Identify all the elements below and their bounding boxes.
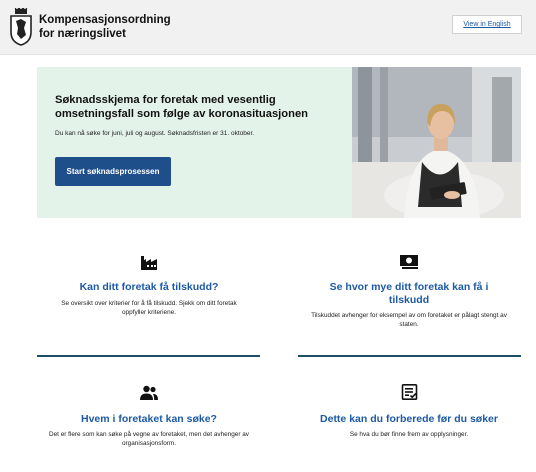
brand-line-2: for næringslivet: [39, 28, 126, 40]
hero-banner: Søknadsskjema for foretak med vesentlig …: [37, 67, 521, 218]
brand-line-1: Kompensasjonsordning: [39, 14, 171, 26]
card-title[interactable]: Se hvor mye ditt foretak kan få i tilsku…: [298, 281, 520, 307]
hero-text: Du kan nå søke for juni, juli og august.…: [55, 130, 255, 137]
checklist-icon: [401, 384, 418, 400]
card-title[interactable]: Dette kan du forberede før du søker: [298, 413, 520, 426]
card-text: Tilskuddet avhenger for eksempel av om f…: [311, 312, 507, 328]
hero-title: Søknadsskjema for foretak med vesentlig …: [55, 94, 309, 120]
start-application-button[interactable]: Start søknadsprosessen: [55, 157, 171, 186]
view-in-english-button[interactable]: View in English: [452, 15, 522, 34]
money-icon: [400, 255, 418, 269]
card-eligibility[interactable]: Kan ditt foretak få tilskudd? Se oversik…: [40, 281, 258, 317]
brand-title[interactable]: Kompensasjonsordning for næringslivet: [39, 13, 171, 41]
section-divider: [298, 355, 521, 357]
site-header: Kompensasjonsordning for næringslivet Vi…: [0, 0, 536, 55]
card-who-can-apply[interactable]: Hvem i foretaket kan søke? Det er flere …: [40, 413, 258, 448]
coat-of-arms-icon: [10, 8, 32, 46]
section-divider: [37, 355, 260, 357]
hero-photo: [352, 67, 521, 218]
card-title[interactable]: Kan ditt foretak få tilskudd?: [40, 281, 258, 294]
card-title[interactable]: Hvem i foretaket kan søke?: [40, 413, 258, 426]
card-text: Se hva du bør finne frem av opplysninger…: [349, 431, 469, 438]
factory-icon: [141, 256, 157, 270]
card-prepare[interactable]: Dette kan du forberede før du søker Se h…: [298, 413, 520, 439]
card-text: Se oversikt over kriterier for å få tils…: [61, 300, 237, 316]
people-icon: [140, 385, 158, 400]
card-amount[interactable]: Se hvor mye ditt foretak kan få i tilsku…: [298, 281, 520, 329]
card-text: Det er flere som kan søke på vegne av fo…: [49, 431, 249, 447]
